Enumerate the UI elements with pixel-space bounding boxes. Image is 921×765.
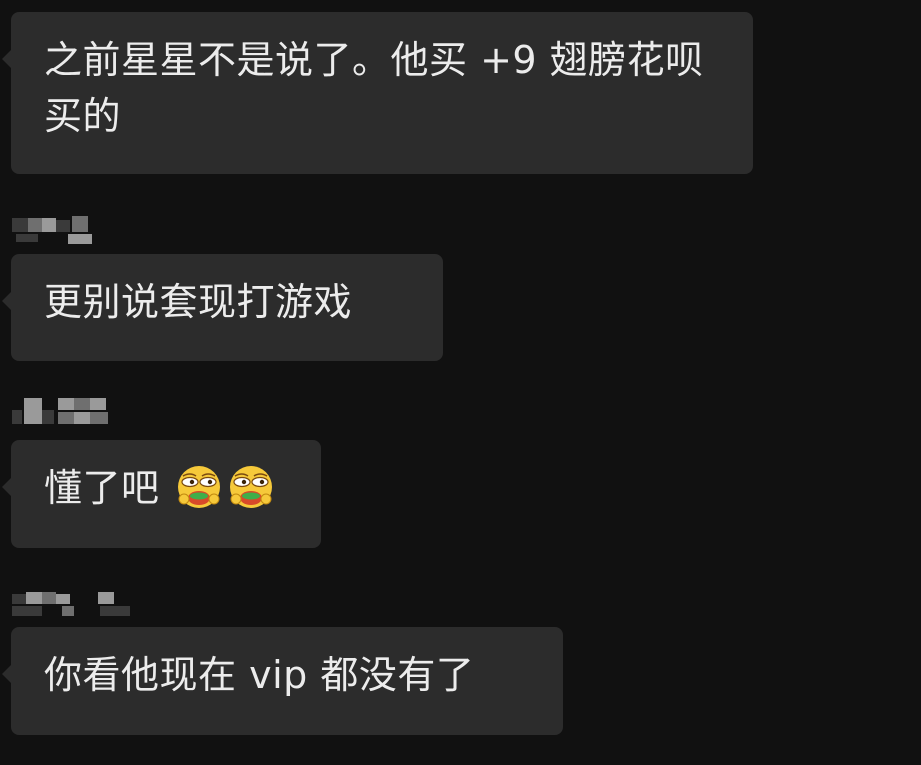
message-bubble[interactable]: 你看他现在 vip 都没有了 xyxy=(2,627,563,735)
message-bubble[interactable]: 之前星星不是说了。他买 +9 翅膀花呗买的 xyxy=(2,12,753,174)
message-text: 你看他现在 vip 都没有了 xyxy=(44,653,475,697)
chat-view: 之前星星不是说了。他买 +9 翅膀花呗买的 更别说套现打游戏 懂了吧 你看他现在… xyxy=(0,0,921,765)
sender-name-redacted xyxy=(12,216,122,250)
smirk-face-emoji xyxy=(230,465,273,508)
message-text: 更别说套现打游戏 xyxy=(44,280,353,324)
smirk-face-emoji xyxy=(178,465,221,508)
message-text: 之前星星不是说了。他买 +9 翅膀花呗买的 xyxy=(44,38,704,138)
sender-name-redacted xyxy=(12,590,130,624)
message-bubble[interactable]: 懂了吧 xyxy=(2,440,321,548)
sender-name-redacted xyxy=(12,396,122,430)
message-text: 懂了吧 xyxy=(44,466,160,510)
message-bubble[interactable]: 更别说套现打游戏 xyxy=(2,254,443,361)
